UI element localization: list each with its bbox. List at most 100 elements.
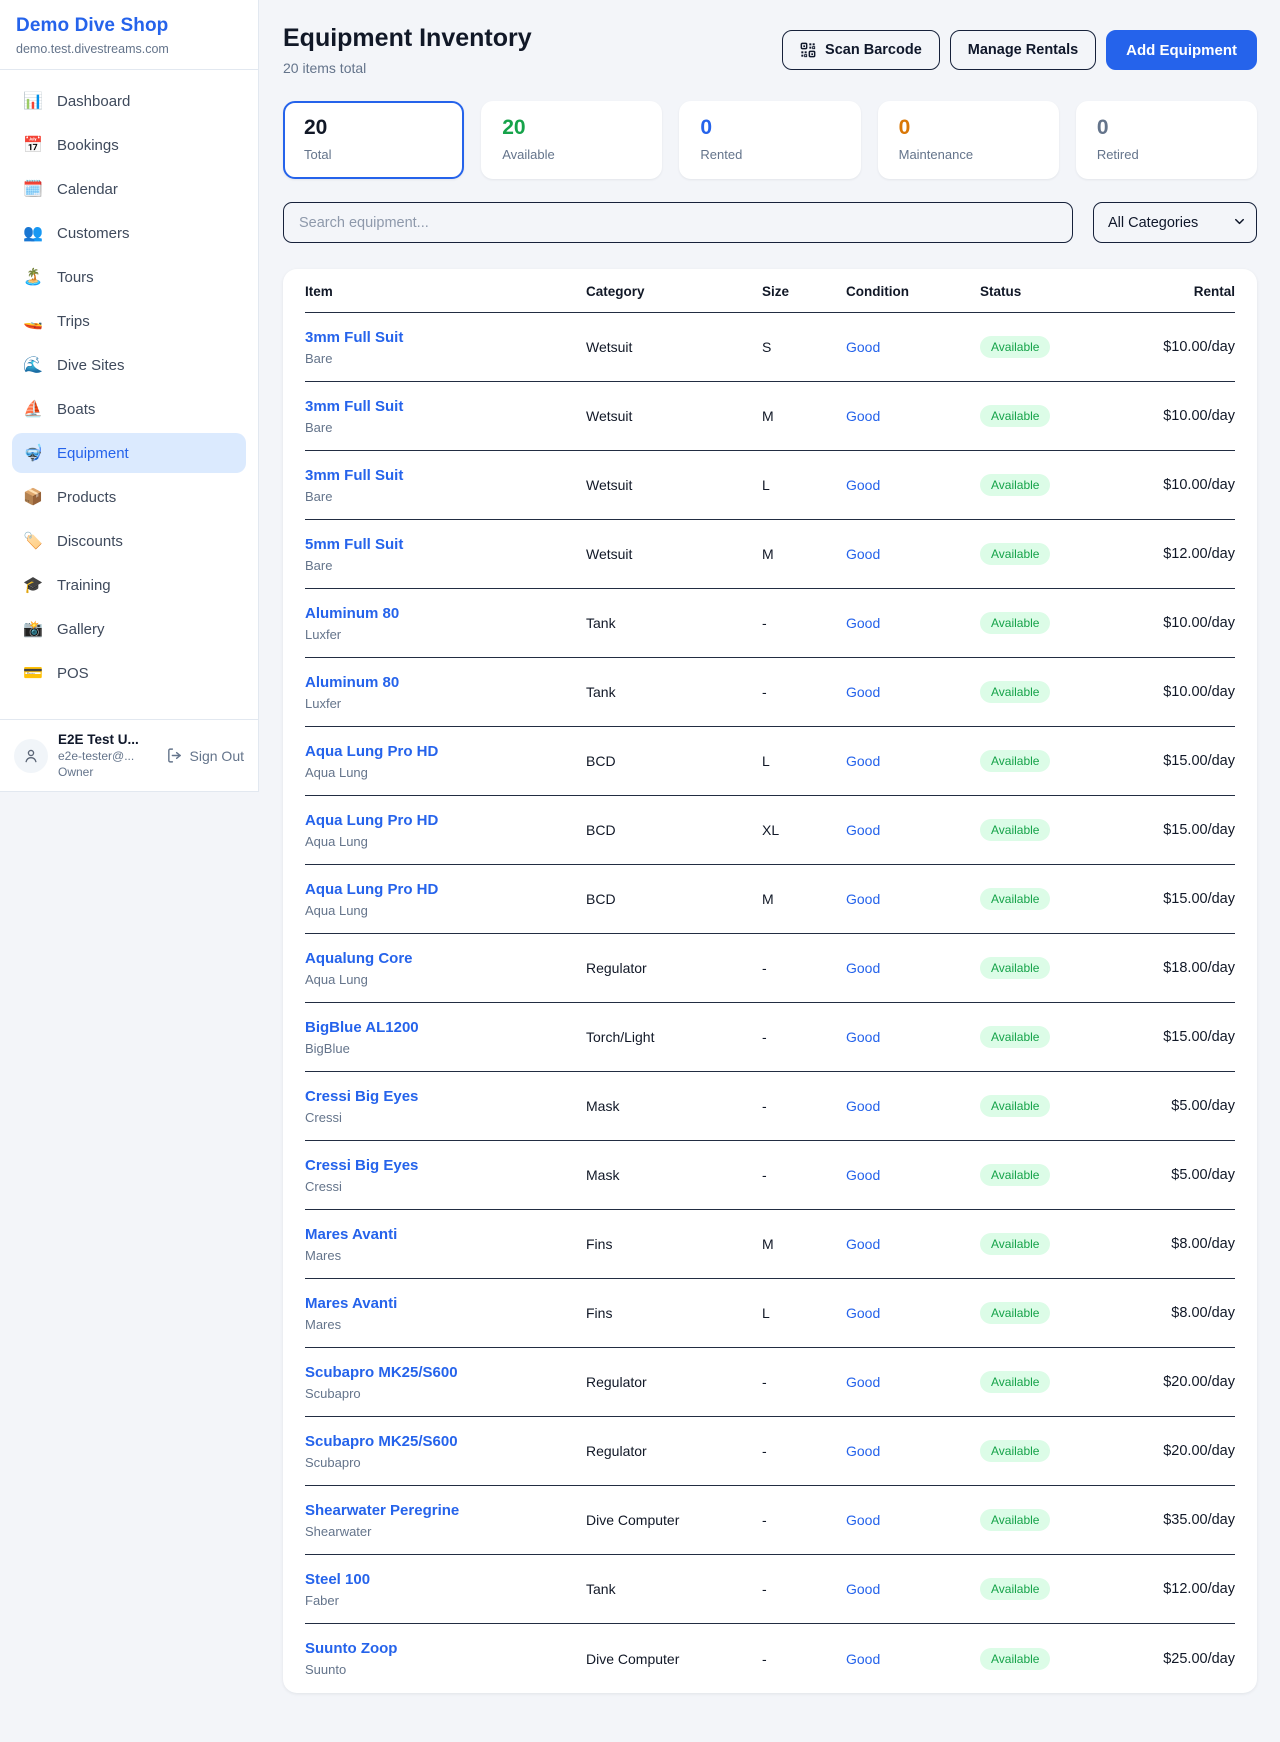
table-row[interactable]: BigBlue AL1200 BigBlue Torch/Light - Goo… [305, 1003, 1235, 1072]
item-name-link[interactable]: BigBlue AL1200 [305, 1019, 419, 1036]
item-name-link[interactable]: Cressi Big Eyes [305, 1157, 418, 1174]
item-size: L [762, 477, 846, 493]
item-name-link[interactable]: Steel 100 [305, 1571, 370, 1588]
user-email: e2e-tester@... [58, 749, 156, 763]
item-brand: Luxfer [305, 627, 586, 642]
scan-barcode-label: Scan Barcode [825, 42, 922, 58]
status-badge: Available [980, 1164, 1050, 1186]
sidebar-item-dive-sites[interactable]: 🌊 Dive Sites [12, 345, 246, 385]
item-size: M [762, 891, 846, 907]
table-row[interactable]: Cressi Big Eyes Cressi Mask - Good Avail… [305, 1141, 1235, 1210]
table-row[interactable]: Steel 100 Faber Tank - Good Available $1… [305, 1555, 1235, 1624]
item-name-link[interactable]: Aqua Lung Pro HD [305, 812, 438, 829]
sidebar-item-bookings[interactable]: 📅 Bookings [12, 125, 246, 165]
item-rental-rate: $10.00/day [1130, 684, 1235, 700]
table-row[interactable]: Aluminum 80 Luxfer Tank - Good Available… [305, 589, 1235, 658]
sidebar-item-customers[interactable]: 👥 Customers [12, 213, 246, 253]
sidebar-item-tours[interactable]: 🏝️ Tours [12, 257, 246, 297]
stat-card-maintenance[interactable]: 0 Maintenance [878, 101, 1059, 179]
add-equipment-button[interactable]: Add Equipment [1106, 30, 1257, 70]
item-name-link[interactable]: Suunto Zoop [305, 1640, 397, 1657]
item-name-link[interactable]: Scubapro MK25/S600 [305, 1364, 458, 1381]
table-row[interactable]: Cressi Big Eyes Cressi Mask - Good Avail… [305, 1072, 1235, 1141]
sidebar-item-boats[interactable]: ⛵ Boats [12, 389, 246, 429]
stat-value: 20 [304, 116, 443, 140]
item-size: - [762, 1029, 846, 1045]
item-name-link[interactable]: Aqua Lung Pro HD [305, 743, 438, 760]
page-title: Equipment Inventory [283, 24, 532, 53]
item-name-link[interactable]: 3mm Full Suit [305, 398, 403, 415]
item-category: Dive Computer [586, 1651, 762, 1667]
table-row[interactable]: 3mm Full Suit Bare Wetsuit M Good Availa… [305, 382, 1235, 451]
item-rental-rate: $20.00/day [1130, 1374, 1235, 1390]
table-row[interactable]: Aqua Lung Pro HD Aqua Lung BCD M Good Av… [305, 865, 1235, 934]
stat-card-available[interactable]: 20 Available [481, 101, 662, 179]
table-row[interactable]: Mares Avanti Mares Fins L Good Available… [305, 1279, 1235, 1348]
speedboat-icon: 🚤 [22, 311, 44, 331]
table-row[interactable]: Aqua Lung Pro HD Aqua Lung BCD L Good Av… [305, 727, 1235, 796]
header-actions: Scan Barcode Manage Rentals Add Equipmen… [782, 30, 1257, 70]
sign-out-button[interactable]: Sign Out [166, 747, 244, 764]
table-row[interactable]: Scubapro MK25/S600 Scubapro Regulator - … [305, 1417, 1235, 1486]
category-filter-select[interactable]: All Categories [1093, 202, 1257, 243]
item-name-link[interactable]: Mares Avanti [305, 1226, 397, 1243]
stat-card-total[interactable]: 20 Total [283, 101, 464, 179]
table-row[interactable]: Aqualung Core Aqua Lung Regulator - Good… [305, 934, 1235, 1003]
item-name-link[interactable]: Cressi Big Eyes [305, 1088, 418, 1105]
item-name-link[interactable]: 3mm Full Suit [305, 329, 403, 346]
sidebar-item-label: POS [57, 665, 89, 682]
table-row[interactable]: 5mm Full Suit Bare Wetsuit M Good Availa… [305, 520, 1235, 589]
manage-rentals-button[interactable]: Manage Rentals [950, 30, 1096, 70]
sidebar-item-training[interactable]: 🎓 Training [12, 565, 246, 605]
item-rental-rate: $18.00/day [1130, 960, 1235, 976]
credit-card-icon: 💳 [22, 663, 44, 683]
table-row[interactable]: 3mm Full Suit Bare Wetsuit S Good Availa… [305, 313, 1235, 382]
item-name-link[interactable]: Scubapro MK25/S600 [305, 1433, 458, 1450]
table-row[interactable]: Shearwater Peregrine Shearwater Dive Com… [305, 1486, 1235, 1555]
sidebar-item-trips[interactable]: 🚤 Trips [12, 301, 246, 341]
item-name-link[interactable]: 3mm Full Suit [305, 467, 403, 484]
scan-barcode-button[interactable]: Scan Barcode [782, 30, 940, 70]
stat-value: 0 [899, 116, 1038, 140]
item-category: Wetsuit [586, 408, 762, 424]
item-name-link[interactable]: Aqualung Core [305, 950, 413, 967]
item-rental-rate: $25.00/day [1130, 1651, 1235, 1667]
item-name-link[interactable]: Shearwater Peregrine [305, 1502, 459, 1519]
stat-card-rented[interactable]: 0 Rented [679, 101, 860, 179]
sidebar-item-dashboard[interactable]: 📊 Dashboard [12, 81, 246, 121]
sidebar-item-calendar[interactable]: 🗓️ Calendar [12, 169, 246, 209]
status-badge: Available [980, 474, 1050, 496]
sidebar-item-products[interactable]: 📦 Products [12, 477, 246, 517]
item-category: Mask [586, 1098, 762, 1114]
table-row[interactable]: Scubapro MK25/S600 Scubapro Regulator - … [305, 1348, 1235, 1417]
item-name-link[interactable]: Aluminum 80 [305, 674, 399, 691]
item-brand: Scubapro [305, 1455, 586, 1470]
status-badge: Available [980, 888, 1050, 910]
sidebar-item-discounts[interactable]: 🏷️ Discounts [12, 521, 246, 561]
table-row[interactable]: Aqua Lung Pro HD Aqua Lung BCD XL Good A… [305, 796, 1235, 865]
table-row[interactable]: Aluminum 80 Luxfer Tank - Good Available… [305, 658, 1235, 727]
table-row[interactable]: 3mm Full Suit Bare Wetsuit L Good Availa… [305, 451, 1235, 520]
status-badge: Available [980, 405, 1050, 427]
item-name-link[interactable]: Aluminum 80 [305, 605, 399, 622]
item-size: S [762, 339, 846, 355]
item-rental-rate: $12.00/day [1130, 546, 1235, 562]
sidebar-item-pos[interactable]: 💳 POS [12, 653, 246, 693]
item-brand: Mares [305, 1248, 586, 1263]
brand-name[interactable]: Demo Dive Shop [16, 15, 242, 37]
table-row[interactable]: Suunto Zoop Suunto Dive Computer - Good … [305, 1624, 1235, 1693]
stat-card-retired[interactable]: 0 Retired [1076, 101, 1257, 179]
sidebar-item-gallery[interactable]: 📸 Gallery [12, 609, 246, 649]
user-meta: E2E Test U... e2e-tester@... Owner [58, 732, 156, 779]
table-row[interactable]: Mares Avanti Mares Fins M Good Available… [305, 1210, 1235, 1279]
item-name-link[interactable]: Mares Avanti [305, 1295, 397, 1312]
sidebar-item-label: Calendar [57, 181, 118, 198]
item-name-link[interactable]: 5mm Full Suit [305, 536, 403, 553]
user-box: E2E Test U... e2e-tester@... Owner Sign … [0, 719, 258, 791]
sidebar-item-equipment[interactable]: 🤿 Equipment [12, 433, 246, 473]
item-condition: Good [846, 1443, 980, 1459]
items-total-count: 20 items total [283, 60, 532, 76]
item-condition: Good [846, 1651, 980, 1667]
search-input[interactable] [283, 202, 1073, 243]
item-name-link[interactable]: Aqua Lung Pro HD [305, 881, 438, 898]
